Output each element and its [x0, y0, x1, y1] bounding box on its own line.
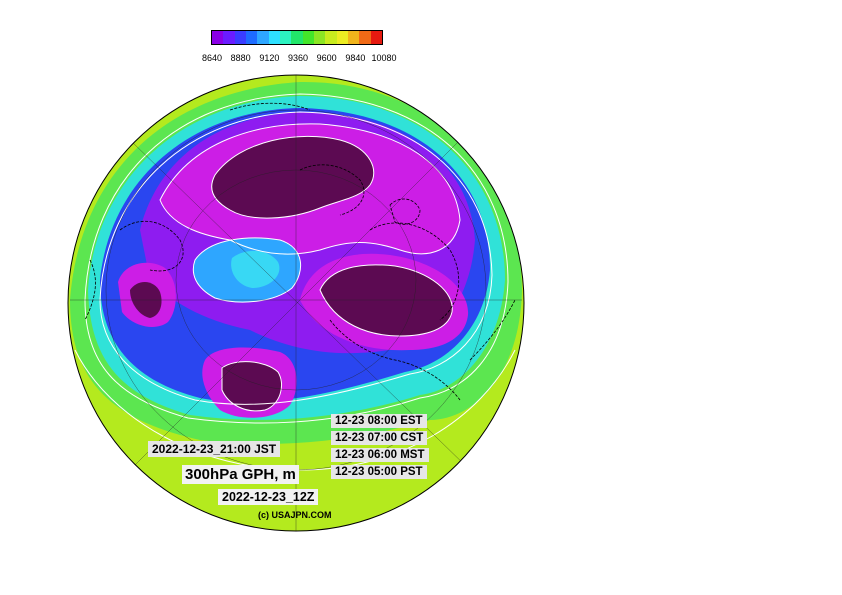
- color-scale-segment: [245, 31, 258, 44]
- time-label-mst: 12-23 06:00 MST: [331, 448, 429, 462]
- color-scale-bar: [211, 30, 383, 45]
- color-scale-segment: [347, 31, 360, 44]
- color-scale-segment: [370, 31, 382, 44]
- time-label-jst: 2022-12-23_21:00 JST: [148, 441, 281, 457]
- globe: [68, 75, 524, 531]
- color-scale-tick-label: 9840: [345, 53, 366, 63]
- color-scale-segment: [257, 31, 269, 44]
- color-scale-segment: [279, 31, 292, 44]
- color-scale-ticks: 8640 8880 9120 9360 9600 9840 10080: [200, 53, 397, 65]
- color-scale-segment: [336, 31, 348, 44]
- time-label-est: 12-23 08:00 EST: [331, 414, 427, 428]
- color-scale-tick-label: 9120: [259, 53, 280, 63]
- color-scale-tick-label: 10080: [371, 53, 397, 63]
- time-label-pst: 12-23 05:00 PST: [331, 465, 427, 479]
- color-scale-segment: [359, 31, 371, 44]
- color-scale-tick-label: 9360: [287, 53, 309, 63]
- color-scale-segment: [223, 31, 235, 44]
- model-run-label: 2022-12-23_12Z: [218, 489, 319, 505]
- color-scale-segment: [234, 31, 246, 44]
- color-scale-tick-label: 9600: [316, 53, 337, 63]
- color-scale-segment: [291, 31, 303, 44]
- map-title: 300hPa GPH, m: [182, 465, 299, 484]
- time-label-cst: 12-23 07:00 CST: [331, 431, 428, 445]
- credit-text: (c) USAJPN.COM: [258, 510, 332, 520]
- color-scale-segment: [313, 31, 326, 44]
- color-scale-segment: [302, 31, 314, 44]
- color-scale-tick-label: 8880: [230, 53, 251, 63]
- geopotential-height-map: [67, 74, 525, 532]
- color-scale-segment: [212, 31, 224, 44]
- color-scale-tick-label: 8640: [201, 53, 223, 63]
- color-scale-segment: [268, 31, 280, 44]
- color-scale-segment: [325, 31, 337, 44]
